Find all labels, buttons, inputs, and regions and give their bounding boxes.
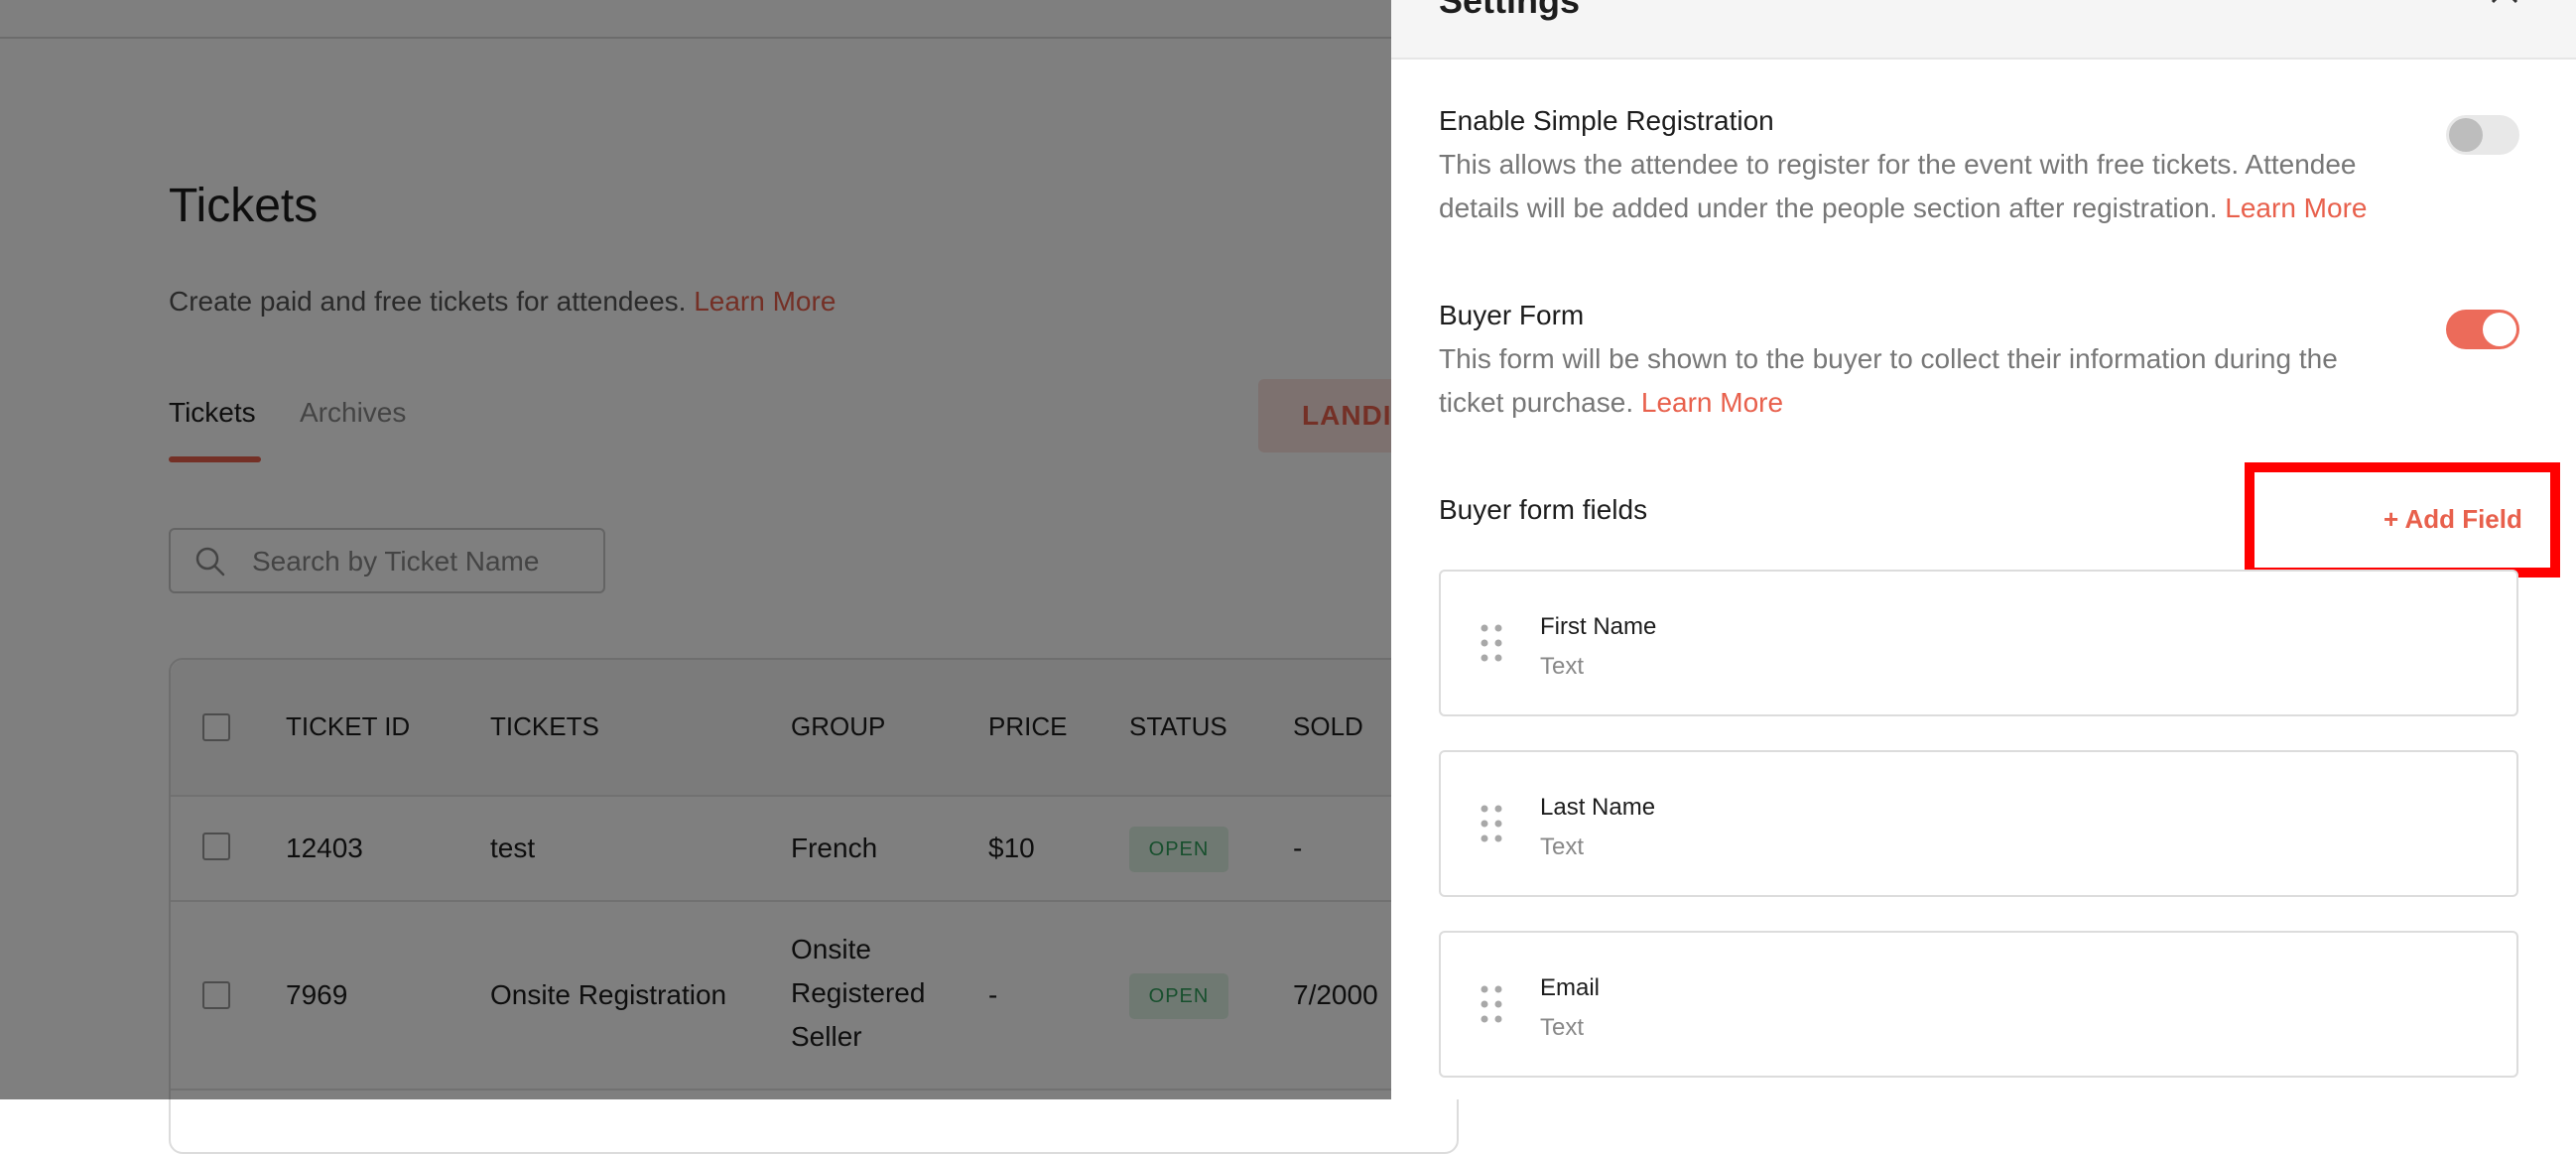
settings-drawer: Settings Enable Simple Registration This… — [1391, 0, 2576, 1099]
buyer-form-description: This form will be shown to the buyer to … — [1439, 337, 2391, 425]
simple-registration-desc-line: This allows the attendee to register for… — [1439, 149, 2357, 180]
toggle-knob — [2483, 313, 2516, 346]
field-name: First Name — [1540, 613, 1657, 640]
toggle-knob — [2449, 118, 2483, 152]
simple-registration-toggle[interactable] — [2446, 115, 2519, 155]
field-name: Last Name — [1540, 794, 1656, 821]
drag-handle-icon[interactable] — [1479, 984, 1504, 1024]
form-field-card[interactable]: First Name Text — [1439, 570, 2518, 716]
field-name: Email — [1540, 974, 1601, 1001]
field-type: Text — [1540, 653, 1585, 680]
buyer-form-toggle[interactable] — [2446, 310, 2519, 349]
drag-handle-icon[interactable] — [1479, 804, 1504, 843]
highlight-box — [2245, 462, 2560, 577]
form-field-card[interactable]: Last Name Text — [1439, 750, 2518, 897]
buyer-form-fields-title: Buyer form fields — [1439, 494, 1648, 525]
simple-registration-description: This allows the attendee to register for… — [1439, 143, 2391, 230]
buyer-form-desc-line: ticket purchase. Learn More — [1439, 381, 2391, 425]
field-type: Text — [1540, 1014, 1585, 1041]
field-type: Text — [1540, 833, 1585, 860]
drag-handle-icon[interactable] — [1479, 623, 1504, 663]
buyer-form-title: Buyer Form — [1439, 300, 1585, 330]
drawer-title: Settings — [1439, 0, 1581, 21]
simple-registration-title: Enable Simple Registration — [1439, 105, 1774, 136]
buyer-form-learn-more-link[interactable]: Learn More — [1641, 387, 1783, 418]
modal-backdrop[interactable] — [0, 0, 1391, 1099]
buyer-form-desc-text: ticket purchase. — [1439, 387, 1634, 418]
form-field-card[interactable]: Email Text — [1439, 931, 2518, 1078]
buyer-form-desc-line: This form will be shown to the buyer to … — [1439, 343, 2338, 374]
drawer-header: Settings — [1391, 0, 2576, 60]
simple-registration-desc-text: details will be added under the people s… — [1439, 192, 2218, 223]
simple-registration-learn-more-link[interactable]: Learn More — [2225, 192, 2367, 223]
close-icon[interactable] — [2483, 0, 2526, 8]
simple-registration-desc-line: details will be added under the people s… — [1439, 187, 2391, 230]
